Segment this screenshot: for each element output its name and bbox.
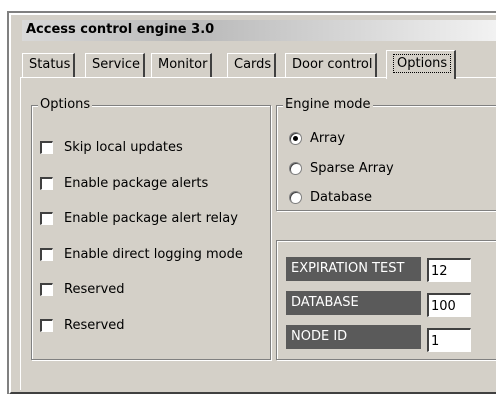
tab-monitor[interactable]: Monitor [151, 53, 213, 77]
tab-monitor-label: Monitor [158, 57, 208, 72]
checkbox-reserved-2[interactable]: Reserved [40, 316, 125, 334]
checkbox-label: Reserved [64, 317, 125, 333]
radio-button[interactable] [289, 190, 302, 204]
database-input[interactable]: 100 [427, 293, 471, 317]
checkbox-box[interactable] [40, 176, 53, 190]
tab-status-label: Status [29, 57, 71, 72]
checkbox-box[interactable] [40, 140, 53, 154]
title-bar[interactable]: Access control engine 3.0 [22, 20, 496, 41]
expiration-test-label: EXPIRATION TEST [286, 257, 421, 281]
checkbox-label: Enable direct logging mode [64, 246, 243, 262]
options-group: Options Skip local updates Enable packag… [31, 97, 271, 360]
engine-mode-group: Engine mode Array Sparse Array Database [276, 97, 496, 211]
checkbox-enable-package-alert-relay[interactable]: Enable package alert relay [40, 209, 238, 227]
radio-sparse-array[interactable]: Sparse Array [289, 159, 394, 177]
checkbox-enable-direct-logging-mode[interactable]: Enable direct logging mode [40, 245, 243, 263]
checkbox-box[interactable] [40, 247, 53, 261]
tab-service-label: Service [92, 57, 141, 72]
options-group-title: Options [38, 97, 93, 113]
options-tab-page: Options Skip local updates Enable packag… [20, 77, 496, 390]
checkbox-label: Enable package alerts [64, 175, 209, 191]
tab-options[interactable]: Options [386, 50, 457, 79]
radio-button[interactable] [289, 161, 302, 175]
node-id-label: NODE ID [286, 325, 421, 349]
node-id-input[interactable]: 1 [427, 328, 471, 352]
radio-label: Database [310, 189, 373, 205]
tab-service[interactable]: Service [85, 53, 146, 77]
engine-mode-group-title: Engine mode [283, 97, 373, 113]
checkbox-label: Skip local updates [64, 139, 183, 155]
checkbox-label: Enable package alert relay [64, 210, 238, 226]
radio-button[interactable] [289, 131, 302, 145]
expiration-test-input[interactable]: 12 [427, 258, 471, 282]
tab-door-control-label: Door control [292, 57, 373, 72]
tab-cards-label: Cards [234, 57, 272, 72]
radio-label: Sparse Array [310, 160, 394, 176]
checkbox-box[interactable] [40, 318, 53, 332]
radio-database[interactable]: Database [289, 188, 372, 206]
checkbox-enable-package-alerts[interactable]: Enable package alerts [40, 174, 208, 192]
checkbox-label: Reserved [64, 281, 125, 297]
radio-label: Array [310, 130, 346, 146]
checkbox-skip-local-updates[interactable]: Skip local updates [40, 138, 183, 156]
database-label: DATABASE [286, 291, 421, 315]
checkbox-box[interactable] [40, 211, 53, 225]
tab-door-control[interactable]: Door control [285, 53, 378, 77]
window-title: Access control engine 3.0 [26, 22, 215, 37]
checkbox-reserved-1[interactable]: Reserved [40, 280, 125, 298]
radio-array[interactable]: Array [289, 129, 345, 147]
tab-cards[interactable]: Cards [227, 53, 277, 77]
tab-status[interactable]: Status [22, 53, 76, 77]
checkbox-box[interactable] [40, 282, 53, 296]
engine-settings-group: EXPIRATION TEST 12 DATABASE 100 NODE ID … [276, 240, 496, 360]
tab-options-label: Options [393, 54, 452, 73]
